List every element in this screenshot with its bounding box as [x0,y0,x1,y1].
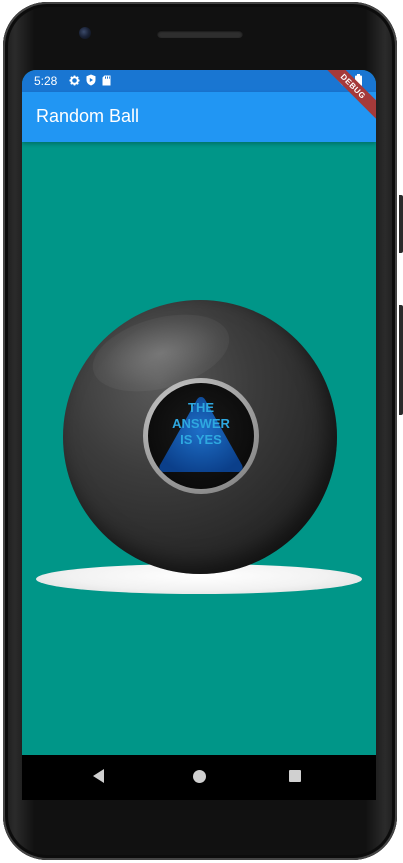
answer-text: THE ANSWER IS YES [148,400,254,448]
shield-icon [86,74,96,86]
home-icon[interactable] [193,770,206,783]
phone-frame: 5:28 Random Ball DEBUG THE ANSWER IS YES [0,0,403,863]
navigation-bar [22,755,376,800]
screen: 5:28 Random Ball DEBUG THE ANSWER IS YES [22,70,376,755]
magic-8-ball[interactable]: THE ANSWER IS YES [63,300,337,574]
app-title: Random Ball [36,106,140,126]
power-button [399,195,403,253]
front-camera [79,27,91,39]
back-icon[interactable] [93,769,104,783]
answer-line: ANSWER [172,416,230,431]
ball-area[interactable]: THE ANSWER IS YES [22,142,376,755]
sd-card-icon [102,75,111,85]
volume-button [399,305,403,415]
answer-window: THE ANSWER IS YES [148,383,254,489]
status-time: 5:28 [34,74,58,88]
gear-icon [69,74,80,86]
earpiece-speaker [157,30,243,38]
status-icons-left [69,74,111,86]
answer-line: THE [188,400,214,415]
recents-icon[interactable] [289,770,301,782]
answer-window-ring: THE ANSWER IS YES [143,378,259,494]
status-bar: 5:28 [22,70,376,92]
answer-line: IS YES [180,432,222,447]
app-bar: Random Ball [22,92,376,142]
